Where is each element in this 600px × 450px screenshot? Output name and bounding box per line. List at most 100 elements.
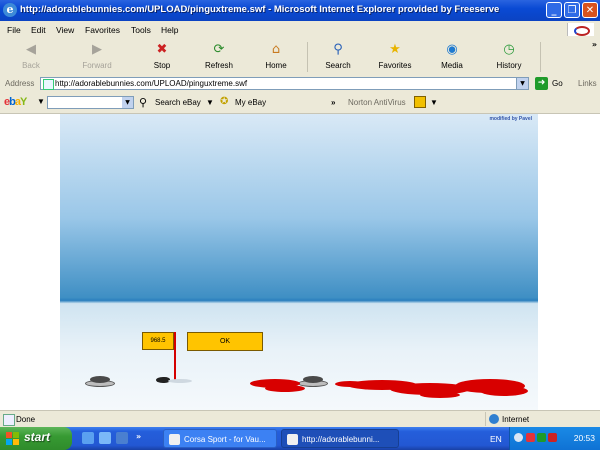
norton-icon[interactable]	[414, 96, 426, 108]
status-text: Done	[16, 415, 36, 424]
ebay-search-button[interactable]: Search eBay	[155, 98, 201, 107]
ebay-logo[interactable]: ebaY	[4, 96, 27, 108]
ebay-toolbar: ebaY ▼ ▼ ⚲ Search eBay ▼ ✪ My eBay » Nor…	[0, 93, 600, 114]
security-zone: Internet	[485, 412, 599, 426]
menu-view[interactable]: View	[56, 25, 74, 35]
ebay-search-dropdown-arrow-icon[interactable]: ▼	[206, 98, 214, 107]
address-label: Address	[5, 79, 35, 88]
refresh-label: Refresh	[204, 61, 233, 70]
address-dropdown-arrow-icon[interactable]: ▼	[516, 78, 528, 89]
tray-network-icon[interactable]	[537, 433, 546, 442]
ebay-search-magnifier-icon[interactable]: ⚲	[139, 96, 147, 109]
favorites-label: Favorites	[378, 61, 412, 70]
go-arrow-icon[interactable]: ➜	[535, 77, 548, 90]
favorites-button[interactable]: ★ Favorites	[367, 41, 423, 71]
close-button[interactable]: ✕	[582, 2, 598, 18]
quicklaunch-overflow-icon[interactable]: »	[136, 432, 144, 444]
ok-button[interactable]: OK	[187, 332, 263, 351]
internet-globe-icon	[489, 414, 499, 424]
norton-dropdown-icon[interactable]: ▼	[430, 98, 438, 107]
tray-ebay-icon[interactable]	[526, 433, 535, 442]
ie-window-icon	[287, 434, 298, 445]
home-label: Home	[265, 61, 287, 70]
favorites-star-icon: ★	[389, 42, 401, 57]
standard-toolbar: ◀ Back ▶ Forward ✖ Stop ⟳ Refresh ⌂ Home…	[0, 38, 600, 76]
links-button[interactable]: Links	[578, 79, 597, 88]
blood-splatter	[420, 392, 460, 398]
forward-button[interactable]: ▶ Forward	[69, 41, 125, 71]
toolbar-separator	[540, 42, 541, 72]
my-ebay-button[interactable]: My eBay	[235, 98, 266, 107]
taskbar-item-corsa[interactable]: Corsa Sport - for Vau...	[163, 429, 277, 448]
freeserve-logo-icon	[574, 26, 590, 36]
flash-game[interactable]: modified by Pavel 968.5 OK	[60, 114, 538, 410]
start-button[interactable]: start	[0, 427, 72, 450]
norton-antivirus-label: Norton AntiVirus	[348, 98, 406, 107]
maximize-button[interactable]: ❐	[564, 2, 580, 18]
windows-flag-icon	[6, 432, 19, 445]
search-icon: ⚲	[333, 42, 343, 57]
stop-icon: ✖	[156, 42, 168, 57]
history-button[interactable]: ◷ History	[481, 41, 537, 71]
menu-tools[interactable]: Tools	[131, 25, 151, 35]
media-button[interactable]: ◉ Media	[424, 41, 480, 71]
refresh-button[interactable]: ⟳ Refresh	[191, 41, 247, 71]
address-bar: Address http://adorablebunnies.com/UPLOA…	[0, 75, 600, 94]
menu-bar: File Edit View Favorites Tools Help	[0, 21, 600, 39]
rock-obstacle	[85, 376, 115, 388]
media-label: Media	[441, 61, 463, 70]
quicklaunch-ie-icon[interactable]	[82, 432, 94, 444]
toolbar-overflow-chevron[interactable]: »	[592, 40, 597, 49]
refresh-icon: ⟳	[213, 42, 225, 57]
language-indicator[interactable]: EN	[490, 434, 502, 444]
page-icon	[43, 79, 54, 90]
history-clock-icon: ◷	[503, 42, 515, 57]
menu-edit[interactable]: Edit	[31, 25, 46, 35]
taskbar-item-label: http://adorablebunni...	[302, 435, 380, 444]
penguin-trail	[168, 379, 192, 383]
forward-label: Forward	[82, 61, 112, 70]
page-content: modified by Pavel 968.5 OK	[0, 114, 600, 410]
game-credit: modified by Pavel	[489, 116, 532, 122]
blood-splatter	[480, 386, 528, 396]
ie-icon[interactable]: e	[3, 3, 17, 17]
ebay-logo-dropdown-icon[interactable]: ▼	[37, 97, 45, 106]
tray-antivirus-icon[interactable]	[548, 433, 557, 442]
back-label: Back	[22, 61, 40, 70]
system-tray: 20:53	[509, 427, 600, 450]
back-arrow-icon: ◀	[26, 42, 36, 57]
address-url[interactable]: http://adorablebunnies.com/UPLOAD/pingux…	[55, 79, 247, 88]
ebay-search-input[interactable]: ▼	[47, 96, 134, 109]
menu-favorites[interactable]: Favorites	[85, 25, 120, 35]
search-label: Search	[325, 61, 351, 70]
toolbar-separator	[307, 42, 308, 72]
back-button[interactable]: ◀ Back	[3, 41, 59, 71]
my-ebay-icon[interactable]: ✪	[220, 96, 228, 107]
distance-flag-pole	[174, 332, 176, 380]
distance-score: 968.5	[142, 332, 174, 350]
page-done-icon	[3, 414, 15, 426]
menu-help[interactable]: Help	[161, 25, 178, 35]
home-button[interactable]: ⌂ Home	[248, 41, 304, 71]
start-label: start	[24, 430, 51, 444]
taskbar-item-adorablebunnies[interactable]: http://adorablebunni...	[281, 429, 399, 448]
stop-label: Stop	[153, 61, 171, 70]
go-button[interactable]: Go	[552, 79, 563, 88]
search-button[interactable]: ⚲ Search	[310, 41, 366, 71]
minimize-button[interactable]: _	[546, 2, 562, 18]
address-input[interactable]: http://adorablebunnies.com/UPLOAD/pingux…	[40, 77, 529, 90]
ebay-search-dropdown-icon[interactable]: ▼	[122, 97, 133, 108]
menu-file[interactable]: File	[7, 25, 21, 35]
freeserve-logo	[567, 23, 594, 36]
stop-button[interactable]: ✖ Stop	[134, 41, 190, 71]
quicklaunch-desktop-icon[interactable]	[99, 432, 111, 444]
taskbar-item-label: Corsa Sport - for Vau...	[184, 435, 266, 444]
clock[interactable]: 20:53	[574, 433, 595, 443]
blood-splatter	[265, 385, 305, 392]
zone-label: Internet	[502, 415, 530, 424]
status-bar: Done Internet	[0, 410, 600, 428]
window-title: http://adorablebunnies.com/UPLOAD/pingux…	[20, 4, 500, 15]
tray-expand-icon[interactable]	[514, 433, 523, 442]
quicklaunch-explorer-icon[interactable]	[116, 432, 128, 444]
ebay-overflow-chevron[interactable]: »	[331, 98, 335, 107]
